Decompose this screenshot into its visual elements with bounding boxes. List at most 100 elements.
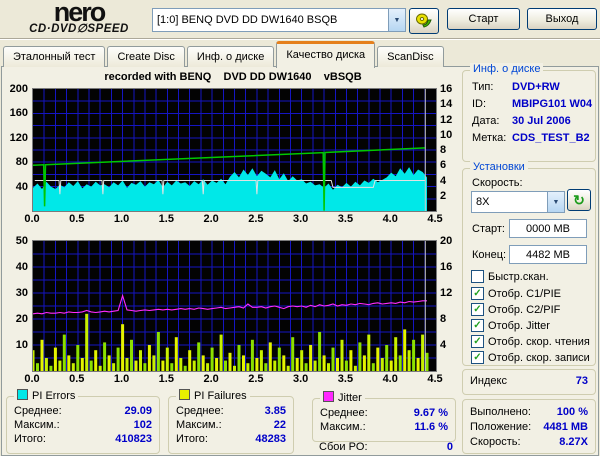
chart1-x-axis-ticks: 0.0 0.5 1.0 1.5 2.0 2.5 3.0 3.5 4.0 4.5 — [24, 213, 442, 225]
start-button[interactable]: Старт — [447, 8, 520, 30]
axis-tick-label: 16 — [440, 261, 453, 273]
checkbox-box[interactable]: ✓ — [471, 351, 484, 364]
end-position-field[interactable] — [509, 245, 587, 264]
nero-cd-dvd-speed-window: nero CD·DVD∅SPEED [1:0] BENQ DVD DD DW16… — [0, 0, 600, 456]
checkbox-show-c1-pie[interactable]: ✓ Отобр. C1/PIE — [471, 287, 561, 300]
axis-tick-label: 2 — [440, 189, 447, 202]
axis-tick-label: 6 — [440, 159, 447, 172]
tab-scandisc[interactable]: ScanDisc — [377, 46, 444, 67]
pi-failures-stats-box: PI Failures Среднее: 3.85 Максим.: 22 Итог… — [168, 389, 294, 454]
axis-tick-label: 1.5 — [158, 213, 174, 225]
tab-benchmark[interactable]: Эталонный тест — [3, 46, 106, 67]
drive-select[interactable]: [1:0] BENQ DVD DD DW1640 BSQB ▼ — [152, 8, 406, 32]
axis-tick-label: 0.5 — [69, 213, 85, 225]
pi-failures-legend-icon — [179, 389, 190, 400]
settings-box: Установки Скорость: 8X ▼ ↻ Старт: Конец:… — [462, 161, 596, 366]
axis-tick-label: 0.0 — [24, 213, 40, 225]
exit-button[interactable]: Выход — [527, 8, 597, 30]
axis-tick-label: 1.0 — [113, 373, 130, 385]
axis-tick-label: 2.5 — [248, 373, 264, 385]
eject-disc-button[interactable] — [409, 8, 439, 34]
speed-select[interactable]: 8X ▼ — [471, 191, 565, 213]
axis-tick-label: 0.0 — [24, 373, 40, 385]
chart2-left-axis-ticks: 50 40 30 20 10 — [2, 235, 29, 371]
progress-row: Скорость: 8.27X — [470, 436, 588, 448]
start-position-field[interactable] — [509, 219, 587, 238]
jitter-stats-box: Jitter Среднее: 9.67 % Максим.: 11.6 % — [312, 391, 456, 442]
axis-tick-label: 200 — [9, 83, 28, 95]
checkbox-box[interactable]: ✓ — [471, 303, 484, 316]
axis-tick-label: 4.0 — [382, 373, 398, 385]
disc-info-row: ID: MBIPG101 W04 — [472, 98, 593, 110]
axis-tick-label: 80 — [15, 156, 28, 169]
checkbox-show-c2-pif[interactable]: ✓ Отобр. C2/PIF — [471, 303, 560, 316]
axis-tick-label: 2.0 — [203, 373, 219, 385]
axis-tick-label: 8 — [440, 313, 447, 325]
nero-logo-text: nero — [53, 0, 107, 27]
axis-tick-label: 50 — [15, 235, 28, 247]
disc-info-row: Дата: 30 Jul 2006 — [472, 115, 571, 127]
tab-disc-quality[interactable]: Качество диска — [276, 41, 376, 68]
drive-select-value: [1:0] BENQ DVD DD DW1640 BSQB — [157, 14, 338, 26]
checkbox-box[interactable]: ✓ — [471, 287, 484, 300]
pi-errors-legend-icon — [17, 389, 28, 400]
cd-dvd-speed-logo-text: CD·DVD∅SPEED — [29, 23, 129, 35]
progress-box: Выполнено: 100 % Положение: 4481 MB Скорос… — [462, 399, 596, 454]
axis-tick-label: 3.0 — [293, 373, 309, 385]
eject-disc-icon — [416, 13, 432, 28]
axis-tick-label: 40 — [15, 180, 28, 193]
stat-row: Максим.: 11.6 % — [320, 421, 448, 433]
pi-errors-chart — [32, 88, 437, 212]
disc-info-row: Тип: DVD+RW — [472, 81, 560, 93]
refresh-button[interactable]: ↻ — [567, 189, 591, 211]
disc-info-title: Инф. о диске — [470, 63, 544, 75]
jitter-legend-icon — [323, 391, 334, 402]
axis-tick-label: 4.5 — [427, 213, 443, 225]
axis-tick-label: 120 — [9, 131, 28, 144]
checkbox-box[interactable]: ✓ — [471, 319, 484, 332]
axis-tick-label: 8 — [440, 144, 447, 156]
axis-tick-label: 3.5 — [337, 373, 354, 385]
pi-errors-stats-box: PI Errors Среднее: 29.09 Максим.: 102 Итог… — [6, 389, 160, 454]
disc-info-box: Инф. о диске Тип: DVD+RW ID: MBIPG101 W04 … — [462, 63, 596, 162]
axis-tick-label: 40 — [15, 261, 28, 273]
checkbox-show-jitter[interactable]: ✓ Отобр. Jitter — [471, 319, 550, 332]
tab-bar: Эталонный тест Create Disc Инф. о диске … — [3, 41, 446, 68]
pi-errors-stats-title: PI Errors — [14, 389, 79, 402]
axis-tick-label: 160 — [9, 107, 28, 120]
stat-row: Максим.: 22 — [176, 419, 286, 431]
stat-row: Среднее: 29.09 — [14, 405, 152, 417]
checkbox-box[interactable] — [471, 270, 484, 283]
nero-logo: nero CD·DVD∅SPEED — [4, 0, 154, 37]
quality-index-row: Индекс 73 — [470, 375, 588, 387]
progress-row: Выполнено: 100 % — [470, 406, 588, 418]
chevron-down-icon[interactable]: ▼ — [388, 9, 405, 31]
axis-tick-label: 10 — [15, 339, 28, 351]
axis-tick-label: 4.5 — [427, 373, 443, 385]
jitter-stats-title: Jitter — [320, 391, 365, 404]
chevron-down-icon[interactable]: ▼ — [547, 192, 564, 212]
axis-tick-label: 2.5 — [248, 213, 264, 225]
checkbox-show-write-speed[interactable]: ✓ Отобр. скор. записи — [471, 351, 590, 364]
axis-tick-label: 20 — [440, 235, 453, 247]
checkbox-fast-scan[interactable]: Быстр.скан. — [471, 270, 549, 283]
tab-create-disc[interactable]: Create Disc — [107, 46, 185, 67]
checkbox-box[interactable]: ✓ — [471, 335, 484, 348]
axis-tick-label: 16 — [440, 83, 453, 95]
chart2-x-axis-ticks: 0.0 0.5 1.0 1.5 2.0 2.5 3.0 3.5 4.0 4.5 — [24, 373, 442, 385]
axis-tick-label: 3.5 — [337, 213, 354, 225]
axis-tick-label: 4.0 — [382, 213, 398, 225]
axis-tick-label: 2.0 — [203, 213, 219, 225]
progress-row: Положение: 4481 MB — [470, 421, 588, 433]
settings-title: Установки — [470, 161, 528, 173]
axis-tick-label: 3.0 — [293, 213, 309, 225]
chart2-right-axis-ticks: 20 16 12 8 4 — [440, 235, 460, 371]
axis-tick-label: 30 — [15, 287, 28, 299]
disc-info-row: Метка: CDS_TEST_B2 — [472, 132, 590, 144]
stat-row: Максим.: 102 — [14, 419, 152, 431]
refresh-icon: ↻ — [573, 191, 585, 208]
checkbox-show-read-speed[interactable]: ✓ Отобр. скор. чтения — [471, 335, 590, 348]
tab-disc-info[interactable]: Инф. о диске — [186, 46, 275, 67]
axis-tick-label: 12 — [440, 113, 453, 126]
axis-tick-label: 1.5 — [158, 373, 174, 385]
